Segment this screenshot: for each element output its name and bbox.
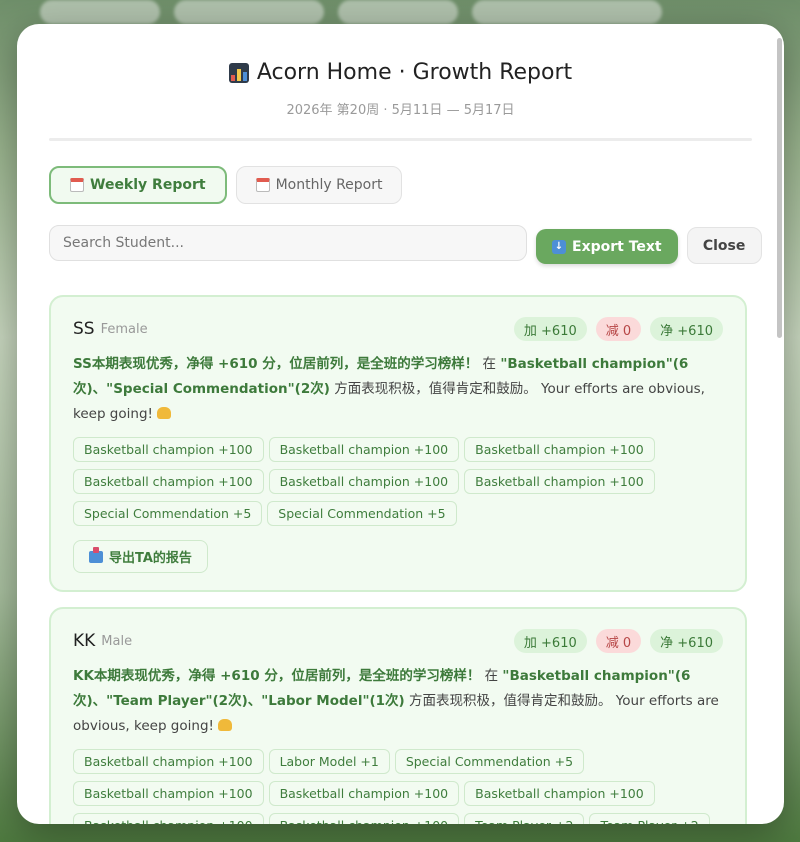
summary-text: 在 (480, 668, 503, 684)
student-summary: KK本期表现优秀，净得 +610 分，位居前列，是全班的学习榜样！ 在 "Bas… (73, 664, 723, 739)
close-button[interactable]: Close (686, 227, 762, 264)
net-score-badge: 净 +610 (650, 629, 723, 653)
export-text-button[interactable]: ↓ Export Text (536, 229, 678, 264)
export-text-label: Export Text (572, 238, 662, 255)
tab-label: Monthly Report (275, 177, 383, 193)
plus-score-badge: 加 +610 (513, 629, 587, 653)
score-tag: Team Player +2 (589, 813, 710, 824)
score-badges: 加 +610 减 0 净 +610 (513, 629, 723, 653)
score-tag: Basketball champion +100 (73, 469, 264, 494)
student-card-header: SS Female 加 +610 减 0 净 +610 (73, 317, 723, 341)
background-tab (174, 0, 324, 24)
plus-score-badge: 加 +610 (513, 317, 587, 341)
flexed-biceps-icon (218, 719, 233, 731)
flexed-biceps-icon (157, 407, 172, 419)
score-tag: Team Player +2 (464, 813, 585, 824)
bar-chart-icon (228, 62, 249, 83)
tab-monthly-report[interactable]: Monthly Report (235, 166, 403, 204)
student-gender: Male (101, 633, 133, 649)
modal-scrollbar[interactable] (777, 38, 782, 338)
background-tab (338, 0, 458, 24)
score-tag: Basketball champion +100 (73, 749, 264, 774)
score-tag: Basketball champion +100 (73, 437, 264, 462)
search-student-input[interactable] (49, 225, 527, 261)
student-summary: SS本期表现优秀，净得 +610 分，位居前列，是全班的学习榜样！ 在 "Bas… (73, 352, 723, 427)
score-tag: Basketball champion +100 (464, 781, 655, 806)
download-icon: ↓ (552, 239, 566, 254)
score-badges: 加 +610 减 0 净 +610 (513, 317, 723, 341)
score-tag: Special Commendation +5 (267, 501, 457, 526)
background-tab (40, 0, 160, 24)
tab-weekly-report[interactable]: Weekly Report (49, 166, 227, 204)
summary-highlight: KK本期表现优秀，净得 +610 分，位居前列，是全班的学习榜样！ (73, 668, 481, 684)
score-tag-list: Basketball champion +100 Labor Model +1 … (73, 749, 723, 824)
background-tab (472, 0, 662, 24)
page-title-text: Acorn Home · Growth Report (256, 60, 573, 85)
score-tag: Basketball champion +100 (268, 813, 460, 824)
score-tag: Basketball champion +100 (268, 437, 460, 462)
tab-label: Weekly Report (90, 177, 206, 193)
minus-score-badge: 减 0 (595, 629, 642, 653)
minus-score-badge: 减 0 (595, 317, 642, 341)
outbox-tray-icon (89, 546, 103, 563)
summary-highlight: SS本期表现优秀，净得 +610 分，位居前列，是全班的学习榜样！ (73, 356, 479, 372)
score-tag: Basketball champion +100 (73, 781, 264, 806)
calendar-icon (70, 178, 84, 192)
toolbar: ↓ Export Text Close (17, 204, 784, 264)
student-card-header: KK Male 加 +610 减 0 净 +610 (73, 629, 723, 653)
score-tag: Basketball champion +100 (268, 469, 460, 494)
calendar-icon (255, 178, 270, 192)
student-card: SS Female 加 +610 减 0 净 +610 SS本期表现优秀，净得 … (49, 295, 747, 592)
net-score-badge: 净 +610 (650, 317, 723, 341)
page-title: Acorn Home · Growth Report (17, 60, 784, 85)
score-tag: Basketball champion +100 (464, 437, 655, 462)
score-tag-list: Basketball champion +100 Basketball cham… (73, 437, 723, 526)
student-gender: Female (100, 321, 148, 337)
score-tag: Labor Model +1 (268, 749, 390, 774)
report-header: Acorn Home · Growth Report 2026年 第20周 · … (17, 24, 784, 118)
student-name: SS (73, 319, 95, 339)
background-tab-strip (40, 0, 760, 26)
summary-text: 在 (478, 356, 501, 372)
student-name: KK (73, 631, 96, 651)
report-period: 2026年 第20周 · 5月11日 — 5月17日 (286, 103, 515, 118)
score-tag: Basketball champion +100 (464, 469, 655, 494)
score-tag: Special Commendation +5 (394, 749, 585, 774)
student-card: KK Male 加 +610 减 0 净 +610 KK本期表现优秀，净得 +6… (49, 607, 747, 824)
score-tag: Basketball champion +100 (268, 781, 460, 806)
report-tabs: Weekly Report Monthly Report (17, 141, 784, 204)
export-student-label: 导出TA的报告 (109, 551, 192, 566)
growth-report-modal: Acorn Home · Growth Report 2026年 第20周 · … (17, 24, 784, 824)
score-tag: Special Commendation +5 (73, 501, 263, 526)
export-student-report-button[interactable]: 导出TA的报告 (73, 540, 208, 573)
score-tag: Basketball champion +100 (73, 813, 264, 824)
